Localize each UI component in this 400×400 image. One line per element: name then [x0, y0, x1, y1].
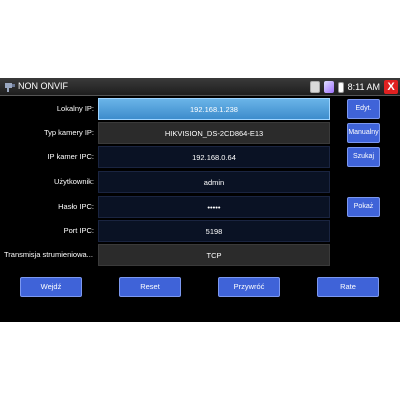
clock: 8:11 AM — [347, 82, 380, 92]
rate-button[interactable]: Rate — [317, 277, 379, 297]
manual-button[interactable]: Manualny — [347, 123, 380, 143]
device-screen: NON ONVIF 8:11 AM X Lokalny IP: 192.168.… — [0, 78, 400, 322]
camera-type-field[interactable]: HIKVISION_DS-2CD864-E13 — [98, 122, 330, 144]
close-button[interactable]: X — [384, 80, 398, 94]
enter-button[interactable]: Wejdź — [20, 277, 82, 297]
port-field[interactable]: 5198 — [98, 220, 330, 242]
local-ip-row: Lokalny IP: 192.168.1.238 Edyt. — [0, 98, 400, 120]
stream-protocol-label: Transmisja strumieniowa... — [4, 250, 93, 259]
edit-button[interactable]: Edyt. — [347, 99, 380, 119]
camera-type-label: Typ kamery IP: — [43, 128, 94, 137]
search-button[interactable]: Szukaj — [347, 147, 380, 167]
show-password-button[interactable]: Pokaż — [347, 197, 380, 217]
stream-protocol-select[interactable]: TCP — [98, 244, 330, 266]
port-row: Port IPC: 5198 — [0, 220, 400, 242]
local-ip-field[interactable]: 192.168.1.238 — [98, 98, 330, 120]
username-label: Użytkownik: — [53, 177, 94, 186]
restore-button[interactable]: Przywróć — [218, 277, 280, 297]
title-bar: NON ONVIF 8:11 AM X — [0, 78, 400, 96]
status-bar: 8:11 AM X — [309, 80, 398, 94]
username-field[interactable]: admin — [98, 171, 330, 193]
camera-ip-field[interactable]: 192.168.0.64 — [98, 146, 330, 168]
username-row: Użytkownik: admin — [0, 171, 400, 193]
network-icon — [323, 81, 334, 93]
local-ip-label: Lokalny IP: — [56, 104, 94, 113]
stream-protocol-row: Transmisja strumieniowa... TCP — [0, 244, 400, 266]
app-icon — [5, 83, 15, 92]
battery-icon — [337, 81, 344, 93]
password-row: Hasło IPC: ••••• Pokaż — [0, 196, 400, 218]
camera-ip-row: IP kamer IPC: 192.168.0.64 Szukaj — [0, 146, 400, 168]
port-label: Port IPC: — [63, 226, 94, 235]
camera-ip-label: IP kamer IPC: — [47, 152, 94, 161]
camera-type-row: Typ kamery IP: HIKVISION_DS-2CD864-E13 M… — [0, 122, 400, 144]
password-field[interactable]: ••••• — [98, 196, 330, 218]
window-title: NON ONVIF — [18, 81, 69, 91]
password-label: Hasło IPC: — [58, 202, 94, 211]
sim-card-icon — [309, 81, 320, 93]
reset-button[interactable]: Reset — [119, 277, 181, 297]
